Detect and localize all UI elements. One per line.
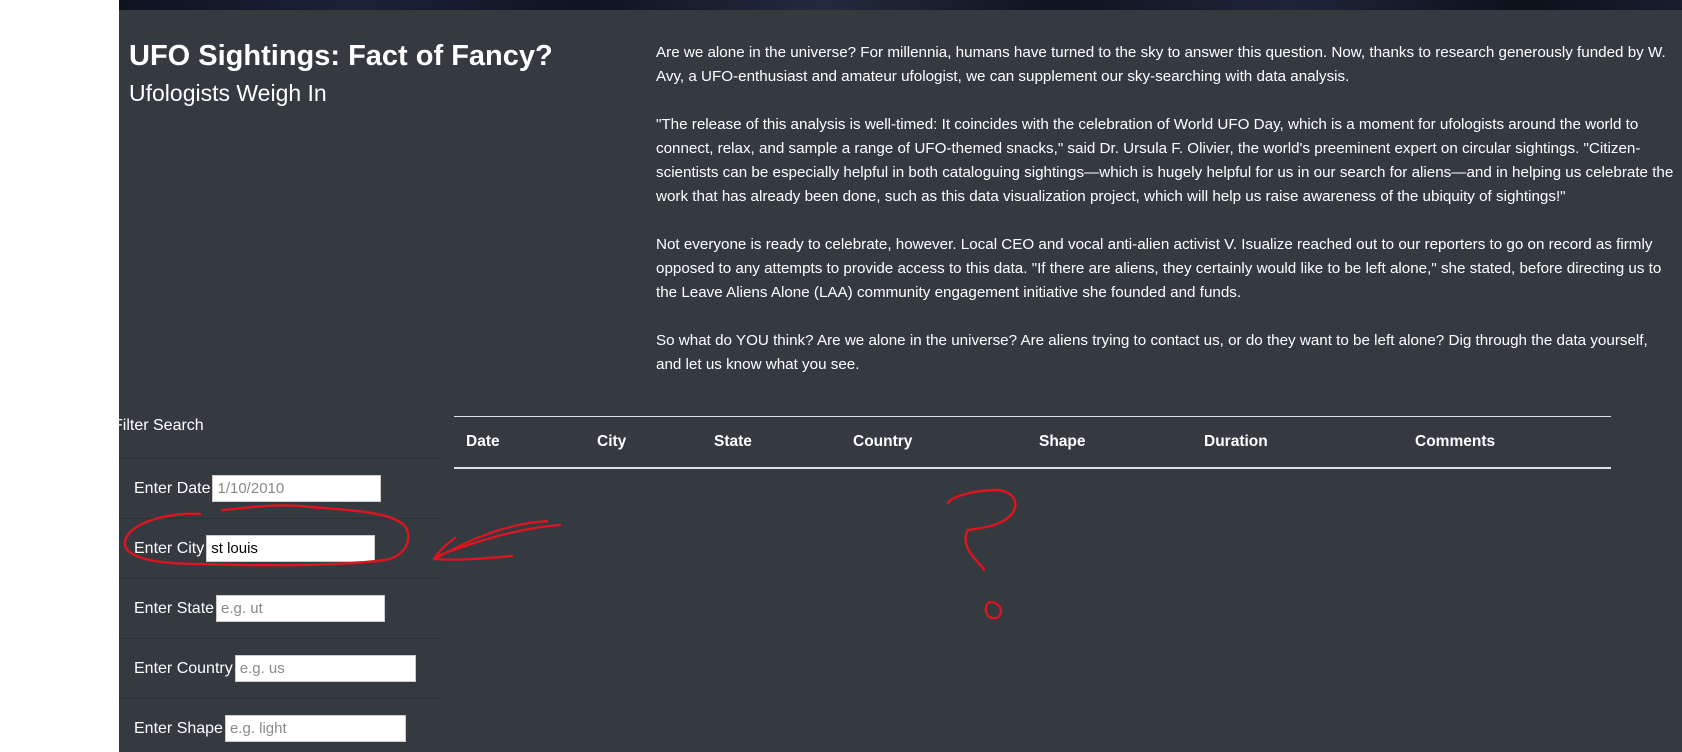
ufo-results-table: Date City State Country Shape Duration C… <box>454 416 1611 469</box>
page-title: UFO Sightings: Fact of Fancy? <box>129 40 553 72</box>
article-paragraph: "The release of this analysis is well-ti… <box>656 116 1674 205</box>
column-header-duration: Duration <box>1204 433 1268 450</box>
filter-list: Enter Date Enter City Enter State Enter … <box>119 458 439 752</box>
article-paragraph: Not everyone is ready to celebrate, howe… <box>656 236 1662 301</box>
column-header-country: Country <box>853 433 913 450</box>
country-filter-label: Enter Country <box>134 659 233 677</box>
article-text: Are we alone in the universe? For millen… <box>656 41 1674 401</box>
filter-search-heading: Filter Search <box>119 417 204 434</box>
filter-item-state: Enter State <box>119 578 439 638</box>
shape-filter-input[interactable] <box>224 715 406 742</box>
column-header-state: State <box>714 433 752 450</box>
state-filter-label: Enter State <box>134 599 215 617</box>
page-content: UFO Sightings: Fact of Fancy? Ufologists… <box>119 0 1682 752</box>
article-paragraph: So what do YOU think? Are we alone in th… <box>656 332 1648 373</box>
screenshot: UFO Sightings: Fact of Fancy? Ufologists… <box>0 0 1682 752</box>
shape-filter-label: Enter Shape <box>134 719 223 737</box>
country-filter-input[interactable] <box>234 655 416 682</box>
column-header-shape: Shape <box>1039 433 1086 450</box>
table-header-row: Date City State Country Shape Duration C… <box>454 417 1611 469</box>
column-header-date: Date <box>466 433 500 450</box>
header-banner-image <box>119 0 1682 10</box>
page-subtitle: Ufologists Weigh In <box>129 80 327 106</box>
article-paragraph: Are we alone in the universe? For millen… <box>656 44 1666 85</box>
date-filter-label: Enter Date <box>134 479 211 497</box>
state-filter-input[interactable] <box>216 595 386 622</box>
column-header-city: City <box>597 433 627 450</box>
column-header-comments: Comments <box>1415 433 1496 450</box>
filter-item-city: Enter City <box>119 518 439 578</box>
city-filter-input[interactable] <box>206 535 376 562</box>
filter-item-shape: Enter Shape <box>119 698 439 752</box>
city-filter-label: Enter City <box>134 539 205 557</box>
filter-item-country: Enter Country <box>119 638 439 698</box>
filter-item-date: Enter Date <box>119 458 439 518</box>
date-filter-input[interactable] <box>212 475 382 502</box>
